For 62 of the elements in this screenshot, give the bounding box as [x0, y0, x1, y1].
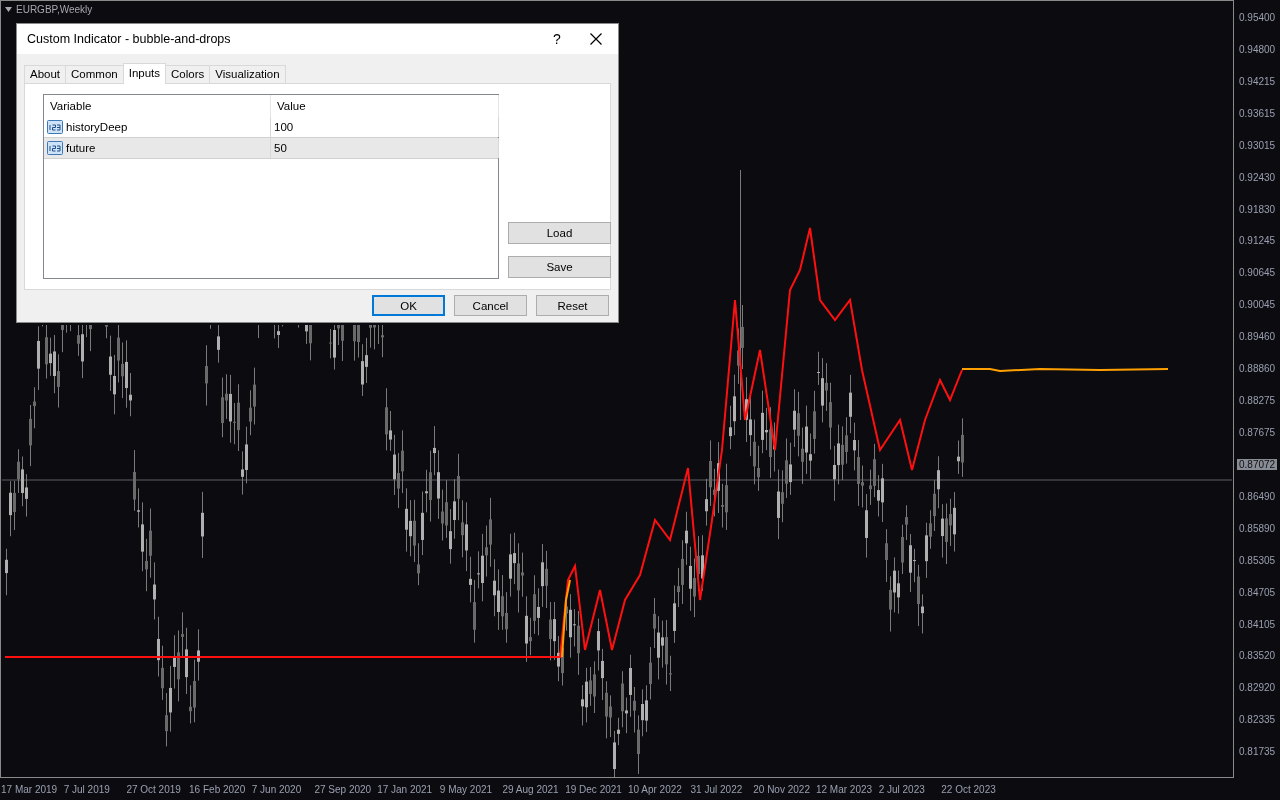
date-label: 9 May 2021: [439, 783, 494, 795]
date-label: 17 Jan 2021: [377, 783, 434, 795]
date-label: 12 Mar 2023: [815, 783, 874, 795]
price-label: 0.92430: [1238, 171, 1277, 183]
date-label: 29 Aug 2021: [502, 783, 560, 795]
variable-value[interactable]: 50: [274, 142, 287, 154]
variable-value[interactable]: 100: [274, 121, 294, 133]
price-label: 0.81735: [1238, 746, 1277, 758]
price-label: 0.88860: [1238, 363, 1277, 375]
price-label: 0.88275: [1238, 395, 1277, 407]
side-button[interactable]: Save: [508, 256, 611, 278]
date-label: 2 Jul 2023: [878, 783, 926, 795]
price-label: 0.93015: [1238, 139, 1277, 151]
date-label: 10 Apr 2022: [627, 783, 683, 795]
price-label: 0.82920: [1238, 682, 1277, 694]
price-label: 0.90645: [1238, 267, 1277, 279]
dialog-button[interactable]: OK: [372, 295, 445, 316]
dialog-button[interactable]: Cancel: [454, 295, 527, 316]
date-label: 7 Jul 2019: [63, 783, 111, 795]
date-label: 17 Mar 2019: [1, 783, 59, 795]
price-label: 0.93615: [1238, 107, 1277, 119]
price-label: 0.84705: [1238, 586, 1277, 598]
price-label: 0.91245: [1238, 235, 1277, 247]
close-icon[interactable]: [590, 33, 602, 45]
price-label: 0.84105: [1238, 618, 1277, 630]
tab[interactable]: Inputs: [122, 63, 167, 84]
price-label: 0.85305: [1238, 554, 1277, 566]
tab[interactable]: Visualization: [209, 65, 286, 83]
date-label: 22 Oct 2023: [941, 783, 997, 795]
date-label: 16 Feb 2020: [189, 783, 247, 795]
tab[interactable]: About: [24, 65, 67, 83]
variable-name: historyDeep: [66, 121, 128, 133]
dialog-button[interactable]: Reset: [536, 295, 609, 316]
date-label: 19 Dec 2021: [565, 783, 623, 795]
number-variable-icon: [47, 140, 63, 156]
date-label: 27 Sep 2020: [314, 783, 373, 795]
chart-title: EURGBP,Weekly: [16, 4, 93, 15]
price-label: 0.86490: [1238, 490, 1277, 502]
date-label: 20 Nov 2022: [753, 783, 811, 795]
help-button[interactable]: ?: [542, 31, 572, 47]
date-label: 7 Jun 2020: [251, 783, 303, 795]
variable-name: future: [66, 142, 96, 154]
table-row[interactable]: future 50: [44, 137, 498, 159]
date-label: 31 Jul 2022: [690, 783, 744, 795]
price-label: 0.89460: [1238, 331, 1277, 343]
price-label: 0.90045: [1238, 299, 1277, 311]
price-label: 0.87675: [1238, 427, 1277, 438]
column-header[interactable]: Variable: [44, 95, 271, 117]
price-label: 0.94800: [1238, 43, 1277, 55]
current-price-label: 0.87072: [1237, 458, 1278, 470]
number-variable-icon: [47, 119, 63, 135]
price-label: 0.82335: [1238, 714, 1277, 726]
price-label: 0.85890: [1238, 522, 1277, 534]
price-label: 0.94215: [1238, 75, 1277, 87]
dialog-title: Custom Indicator - bubble-and-drops: [27, 32, 232, 46]
dropdown-triangle-icon[interactable]: [5, 7, 12, 12]
date-label: 27 Oct 2019: [126, 783, 182, 795]
price-label: 0.95400: [1238, 12, 1277, 23]
price-label: 0.91830: [1238, 203, 1277, 215]
price-label: 0.83520: [1238, 650, 1277, 662]
column-header[interactable]: Value: [271, 95, 499, 117]
side-button[interactable]: Load: [508, 222, 611, 244]
